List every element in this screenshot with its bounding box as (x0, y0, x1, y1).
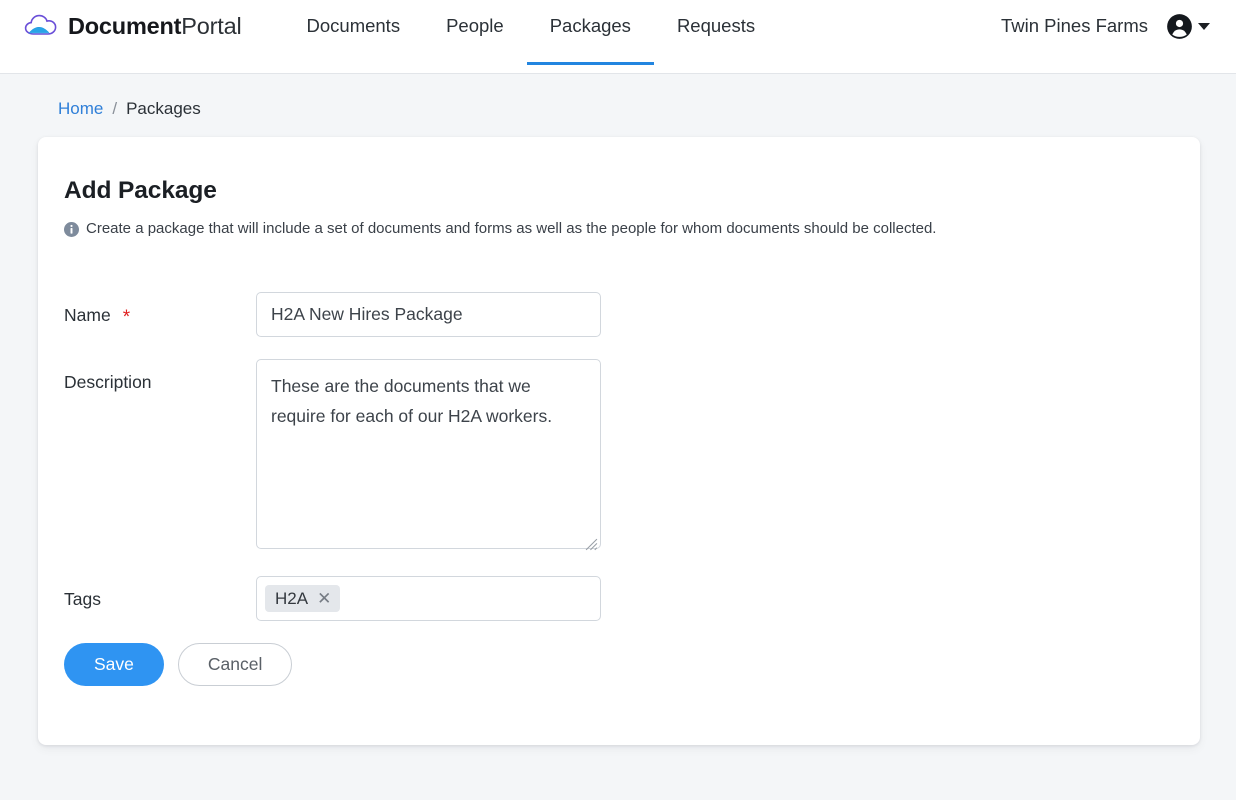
top-right-area: Twin Pines Farms (1001, 0, 1214, 52)
nav-label-people: People (446, 14, 504, 36)
description-textarea[interactable]: These are the documents that we require … (256, 359, 601, 549)
add-package-card: Add Package Create a package that will i… (38, 137, 1200, 745)
form-actions: Save Cancel (64, 643, 1200, 686)
tag-chip: H2A ✕ (265, 585, 341, 612)
name-input[interactable] (256, 292, 601, 337)
breadcrumb-home-link[interactable]: Home (58, 99, 103, 119)
brand-logo-link[interactable]: DocumentPortal (22, 0, 242, 52)
nav-item-requests[interactable]: Requests (654, 0, 778, 73)
cloud-icon (24, 13, 58, 39)
tags-input[interactable]: H2A ✕ (256, 576, 601, 621)
account-circle-icon (1166, 13, 1193, 40)
page-title: Add Package (64, 177, 217, 204)
breadcrumb: Home / Packages (0, 74, 1236, 120)
breadcrumb-separator: / (112, 99, 118, 118)
card-subtitle-text: Create a package that will include a set… (86, 220, 937, 237)
info-circle-icon (64, 220, 79, 237)
chevron-down-icon (1198, 22, 1210, 30)
description-textarea-wrapper: These are the documents that we require … (256, 359, 601, 554)
nav-label-packages: Packages (549, 14, 631, 36)
description-label-text: Description (64, 372, 152, 392)
tags-label-text: Tags (64, 589, 101, 609)
organization-name: Twin Pines Farms (1000, 15, 1148, 36)
brand-name-bold: Document (68, 12, 182, 39)
nav-item-packages[interactable]: Packages (526, 0, 655, 73)
breadcrumb-current: Packages (126, 99, 201, 118)
nav-item-people[interactable]: People (423, 0, 527, 73)
main-nav: Documents People Packages Requests (284, 0, 779, 73)
nav-label-requests: Requests (676, 14, 756, 36)
add-package-form: Name * Description These are the documen… (38, 292, 1200, 686)
top-navigation-bar: DocumentPortal Documents People Packages… (0, 0, 1236, 74)
tag-chip-label: H2A (275, 589, 309, 608)
name-field-label: Name * (64, 292, 256, 328)
brand-name-light: Portal (181, 12, 242, 39)
brand-name: DocumentPortal (68, 13, 242, 40)
name-label-text: Name (64, 305, 111, 325)
description-field-label: Description (64, 359, 256, 393)
form-row-tags: Tags H2A ✕ (64, 576, 1200, 621)
close-icon[interactable]: ✕ (317, 590, 331, 607)
form-row-description: Description These are the documents that… (64, 359, 1200, 554)
nav-label-documents: Documents (306, 14, 401, 36)
account-menu-button[interactable] (1166, 13, 1210, 40)
required-asterisk: * (122, 307, 131, 328)
tags-field-label: Tags (64, 576, 256, 610)
cancel-button[interactable]: Cancel (177, 643, 293, 686)
save-button[interactable]: Save (64, 643, 164, 686)
card-subtitle: Create a package that will include a set… (38, 220, 1200, 237)
nav-item-documents[interactable]: Documents (284, 0, 424, 73)
form-row-name: Name * (64, 292, 1200, 337)
